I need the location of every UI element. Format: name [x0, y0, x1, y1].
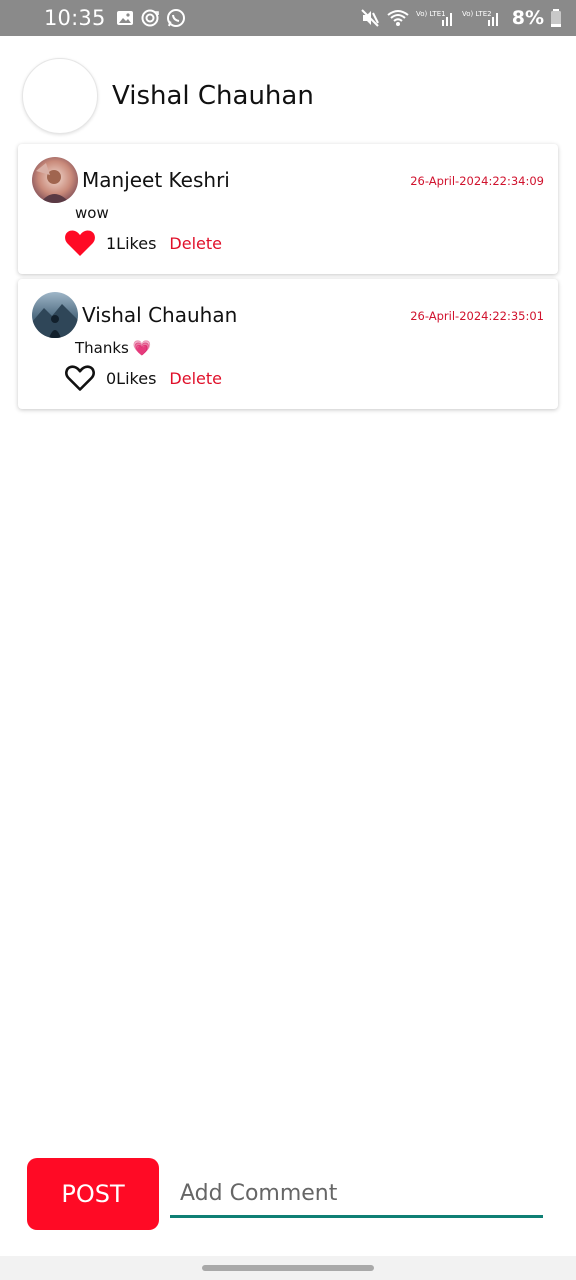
- status-right-icons: Vo) LTE1 Vo) LTE2 8%: [360, 7, 562, 29]
- delete-button[interactable]: Delete: [169, 369, 222, 388]
- likes-count: 0Likes: [106, 368, 157, 388]
- post-author-name: Vishal Chauhan: [112, 81, 314, 111]
- comment-avatar[interactable]: [32, 157, 78, 203]
- comment-timestamp: 26-April-2024:22:34:09: [410, 174, 544, 188]
- home-indicator[interactable]: [202, 1265, 374, 1271]
- navigation-bar: [0, 1256, 576, 1280]
- heart-filled-icon[interactable]: [64, 229, 96, 257]
- status-bar: 10:35 Vo) LTE1 Vo) LTE2 8%: [0, 0, 576, 36]
- comment-text-body: wow: [75, 204, 109, 222]
- comment-composer: POST: [0, 1158, 576, 1230]
- battery-icon: [550, 8, 562, 28]
- sim2-label: Vo) LTE2: [462, 10, 492, 18]
- comment-card: Manjeet Keshri 26-April-2024:22:34:09 wo…: [18, 144, 558, 274]
- sync-icon: [140, 8, 160, 28]
- heart-emoji: 💗: [132, 339, 152, 357]
- comment-text-body: Thanks: [75, 339, 129, 357]
- comment-author[interactable]: Vishal Chauhan: [82, 303, 237, 327]
- comment-actions: 0Likes Delete: [64, 362, 222, 394]
- comment-text: Thanks 💗: [75, 339, 152, 357]
- likes-count: 1Likes: [106, 233, 157, 253]
- whatsapp-icon: [166, 8, 186, 28]
- sim1-label: Vo) LTE1: [416, 10, 446, 18]
- post-header: Vishal Chauhan: [22, 58, 314, 134]
- comment-card: Vishal Chauhan 26-April-2024:22:35:01 Th…: [18, 279, 558, 409]
- post-button[interactable]: POST: [27, 1158, 159, 1230]
- comment-author[interactable]: Manjeet Keshri: [82, 168, 230, 192]
- gallery-icon: [116, 9, 134, 27]
- status-time: 10:35: [44, 6, 106, 30]
- status-left-icons: [116, 8, 186, 28]
- comment-input[interactable]: [170, 1176, 543, 1218]
- volte-lte1-signal-icon: Vo) LTE1: [416, 8, 456, 28]
- comment-actions: 1Likes Delete: [64, 227, 222, 259]
- battery-percent: 8%: [511, 7, 544, 29]
- delete-button[interactable]: Delete: [169, 234, 222, 253]
- wifi-icon: [386, 8, 410, 28]
- volte-lte2-signal-icon: Vo) LTE2: [462, 8, 502, 28]
- comment-text: wow: [75, 204, 109, 222]
- heart-outline-icon[interactable]: [64, 364, 96, 392]
- comment-timestamp: 26-April-2024:22:35:01: [410, 309, 544, 323]
- mute-icon: [360, 8, 380, 28]
- comment-avatar[interactable]: [32, 292, 78, 338]
- avatar[interactable]: [22, 58, 98, 134]
